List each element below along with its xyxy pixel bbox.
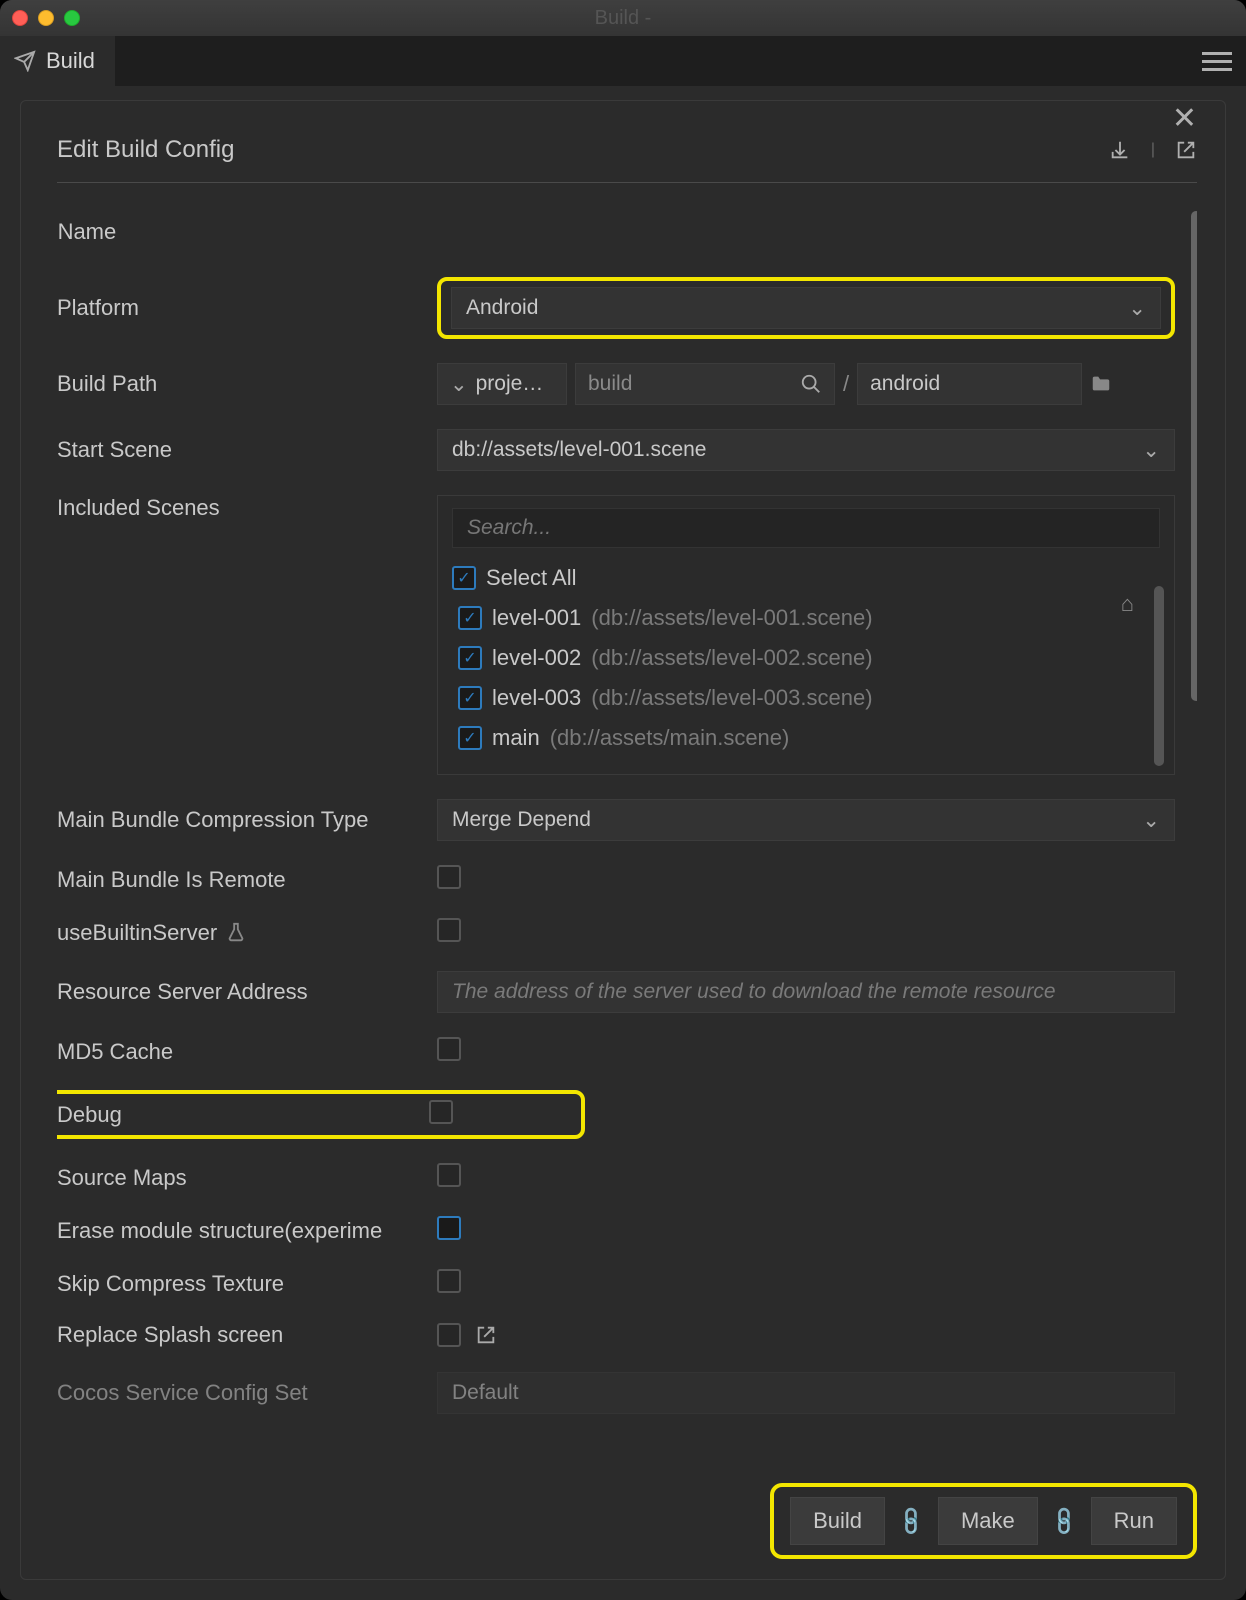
import-icon[interactable] — [1109, 139, 1131, 161]
debug-label: Debug — [57, 1102, 122, 1128]
splash-checkbox[interactable] — [437, 1323, 461, 1347]
sourcemaps-checkbox[interactable] — [437, 1163, 461, 1187]
scene-checkbox[interactable]: ✓ — [458, 606, 482, 630]
hamburger-icon[interactable] — [1202, 52, 1232, 71]
erasemod-label: Erase module structure(experime — [57, 1218, 382, 1244]
tab-label: Build — [46, 48, 95, 74]
remote-label: Main Bundle Is Remote — [57, 867, 286, 893]
panel-title: Edit Build Config — [57, 136, 234, 164]
home-icon[interactable]: ⌂ — [1121, 591, 1134, 617]
skiptex-checkbox[interactable] — [437, 1269, 461, 1293]
close-panel-icon[interactable]: ✕ — [1172, 101, 1197, 136]
link-icon: 🔗 — [1047, 1503, 1082, 1538]
startscene-label: Start Scene — [57, 437, 172, 463]
name-input[interactable] — [437, 211, 1175, 253]
select-all-checkbox[interactable]: ✓ — [452, 566, 476, 590]
buildpath-seg-project[interactable]: ⌄proje… — [437, 363, 567, 405]
compression-label: Main Bundle Compression Type — [57, 807, 368, 833]
name-label: Name — [58, 219, 117, 245]
resaddr-input[interactable]: The address of the server used to downlo… — [437, 971, 1175, 1013]
window-title: Build - — [0, 7, 1246, 30]
footer-actions: Build 🔗 Make 🔗 Run — [770, 1483, 1197, 1559]
external-link-icon[interactable] — [475, 1324, 497, 1346]
titlebar: Build - — [0, 0, 1246, 36]
tab-build[interactable]: Build — [0, 36, 115, 86]
paper-plane-icon — [14, 50, 36, 72]
scene-checkbox[interactable]: ✓ — [458, 726, 482, 750]
search-icon[interactable] — [800, 373, 822, 395]
link-icon: 🔗 — [894, 1503, 929, 1538]
sourcemaps-label: Source Maps — [57, 1165, 187, 1191]
skiptex-label: Skip Compress Texture — [57, 1271, 284, 1297]
md5-label: MD5 Cache — [57, 1039, 173, 1065]
builtinserver-label: useBuiltinServer — [57, 920, 217, 946]
build-button[interactable]: Build — [790, 1497, 885, 1545]
flask-icon — [225, 922, 247, 944]
export-icon[interactable] — [1175, 139, 1197, 161]
cocos-label: Cocos Service Config Set — [57, 1380, 308, 1406]
buildpath-seg-build[interactable]: build — [575, 363, 835, 405]
scenes-scrollbar[interactable] — [1154, 586, 1164, 766]
resaddr-label: Resource Server Address — [57, 979, 308, 1005]
splash-label: Replace Splash screen — [57, 1322, 283, 1348]
cocos-select[interactable]: Default — [437, 1372, 1175, 1414]
scene-checkbox[interactable]: ✓ — [458, 646, 482, 670]
debug-checkbox[interactable] — [429, 1100, 453, 1124]
includedscenes-label: Included Scenes — [57, 495, 220, 521]
scene-checkbox[interactable]: ✓ — [458, 686, 482, 710]
chevron-down-icon: ⌄ — [1142, 808, 1160, 833]
platform-select[interactable]: Android ⌄ — [451, 287, 1161, 329]
scenes-search-input[interactable]: Search... — [452, 508, 1160, 548]
erasemod-checkbox[interactable] — [437, 1216, 461, 1240]
panel-header: Edit Build Config | — [57, 136, 1197, 183]
chevron-down-icon: ⌄ — [1142, 438, 1160, 463]
buildpath-seg-platform[interactable]: android — [857, 363, 1082, 405]
make-button[interactable]: Make — [938, 1497, 1038, 1545]
md5-checkbox[interactable] — [437, 1037, 461, 1061]
folder-icon[interactable] — [1090, 373, 1112, 395]
chevron-down-icon: ⌄ — [1128, 296, 1146, 321]
included-scenes-list: Search... ✓ Select All ✓ level-001 (db:/… — [437, 495, 1175, 775]
builtinserver-checkbox[interactable] — [437, 918, 461, 942]
app-window: Build - Build ✕ Edit Build Config | *Nam… — [0, 0, 1246, 1600]
build-config-panel: ✕ Edit Build Config | *Name Platform — [20, 100, 1226, 1580]
startscene-select[interactable]: db://assets/level-001.scene ⌄ — [437, 429, 1175, 471]
buildpath-label: Build Path — [57, 371, 157, 397]
remote-checkbox[interactable] — [437, 865, 461, 889]
run-button[interactable]: Run — [1091, 1497, 1177, 1545]
compression-select[interactable]: Merge Depend ⌄ — [437, 799, 1175, 841]
form-scrollbar[interactable] — [1191, 211, 1197, 851]
platform-label: Platform — [57, 295, 139, 321]
tab-bar: Build — [0, 36, 1246, 86]
